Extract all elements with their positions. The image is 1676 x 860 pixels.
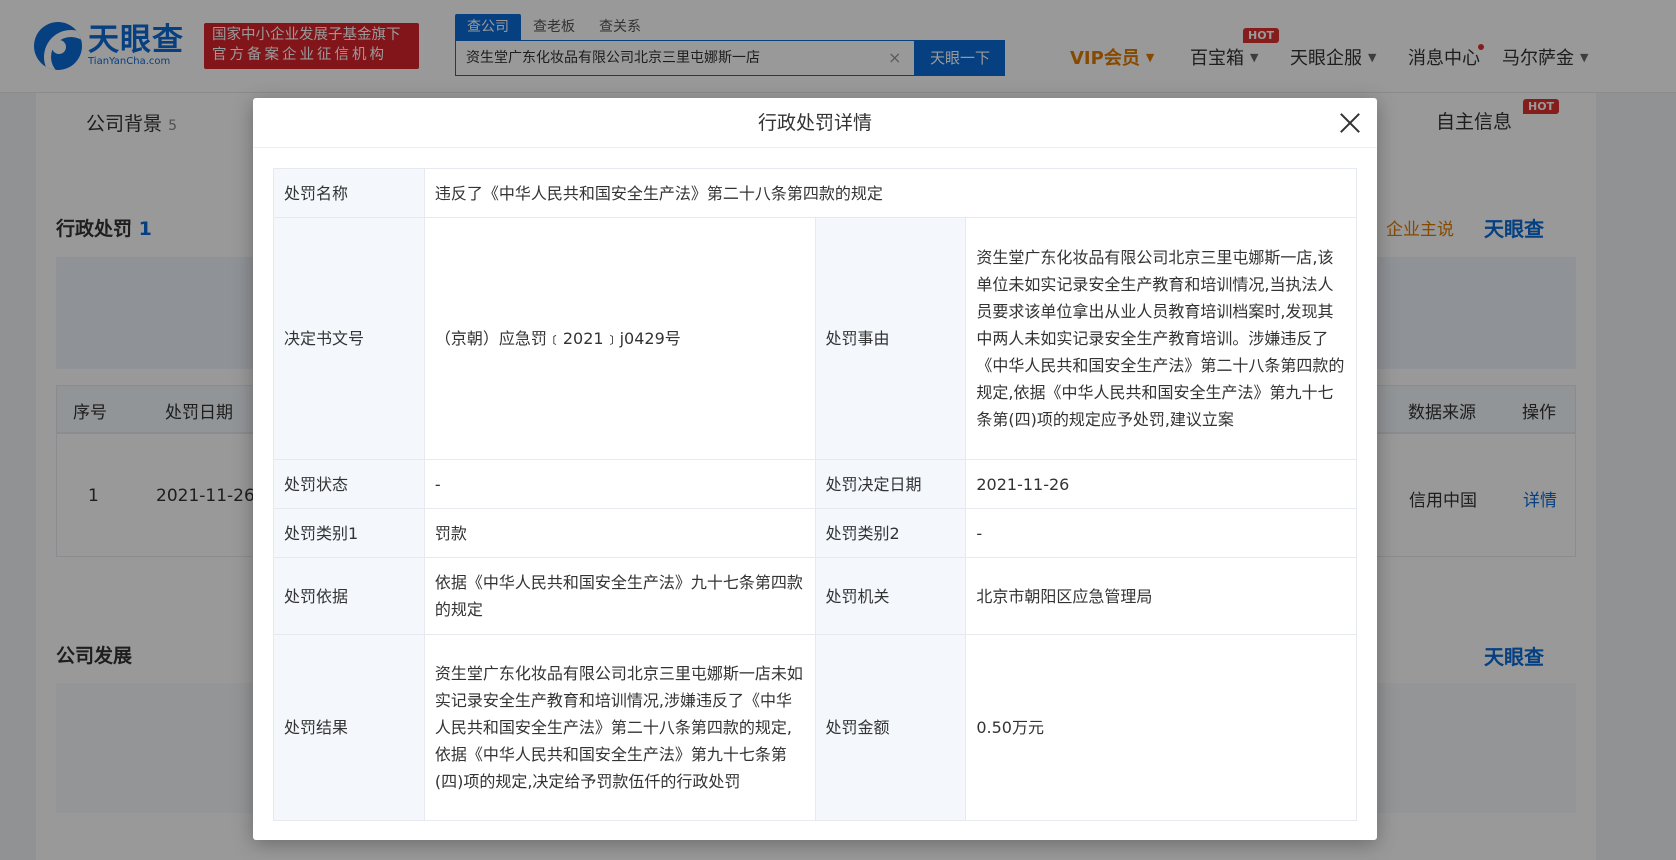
value-penalty-basis: 依据《中华人民共和国安全生产法》九十七条第四款的规定 xyxy=(423,557,816,635)
value-penalty-result: 资生堂广东化妆品有限公司北京三里屯娜斯一店未如实记录安全生产教育和培训情况,涉嫌… xyxy=(423,634,816,821)
label-authority: 处罚机关 xyxy=(814,557,967,635)
label-decision-number: 决定书文号 xyxy=(273,217,425,460)
close-icon[interactable] xyxy=(1337,110,1363,136)
label-category-2: 处罚类别2 xyxy=(814,508,967,558)
value-category-1: 罚款 xyxy=(423,508,816,558)
modal-title: 行政处罚详情 xyxy=(253,98,1377,148)
value-penalty-name: 违反了《中华人民共和国安全生产法》第二十八条第四款的规定 xyxy=(423,168,1358,218)
label-category-1: 处罚类别1 xyxy=(273,508,425,558)
label-penalty-basis: 处罚依据 xyxy=(273,557,425,635)
value-penalty-status: - xyxy=(423,459,816,509)
penalty-detail-modal: 行政处罚详情 处罚名称 违反了《中华人民共和国安全生产法》第二十八条第四款的规定… xyxy=(253,98,1377,840)
value-decision-date: 2021-11-26 xyxy=(965,459,1357,509)
value-penalty-amount: 0.50万元 xyxy=(965,634,1357,821)
penalty-detail-table: 处罚名称 违反了《中华人民共和国安全生产法》第二十八条第四款的规定 决定书文号 … xyxy=(273,168,1358,821)
label-decision-date: 处罚决定日期 xyxy=(814,459,967,509)
value-penalty-reason: 资生堂广东化妆品有限公司北京三里屯娜斯一店,该单位未如实记录安全生产教育和培训情… xyxy=(965,217,1357,460)
value-authority: 北京市朝阳区应急管理局 xyxy=(965,557,1357,635)
label-penalty-result: 处罚结果 xyxy=(273,634,425,821)
value-category-2: - xyxy=(965,508,1357,558)
label-penalty-name: 处罚名称 xyxy=(273,168,425,218)
label-penalty-status: 处罚状态 xyxy=(273,459,425,509)
value-decision-number: （京朝）应急罚﹝2021﹞j0429号 xyxy=(423,217,816,460)
label-penalty-reason: 处罚事由 xyxy=(814,217,967,460)
label-penalty-amount: 处罚金额 xyxy=(814,634,967,821)
